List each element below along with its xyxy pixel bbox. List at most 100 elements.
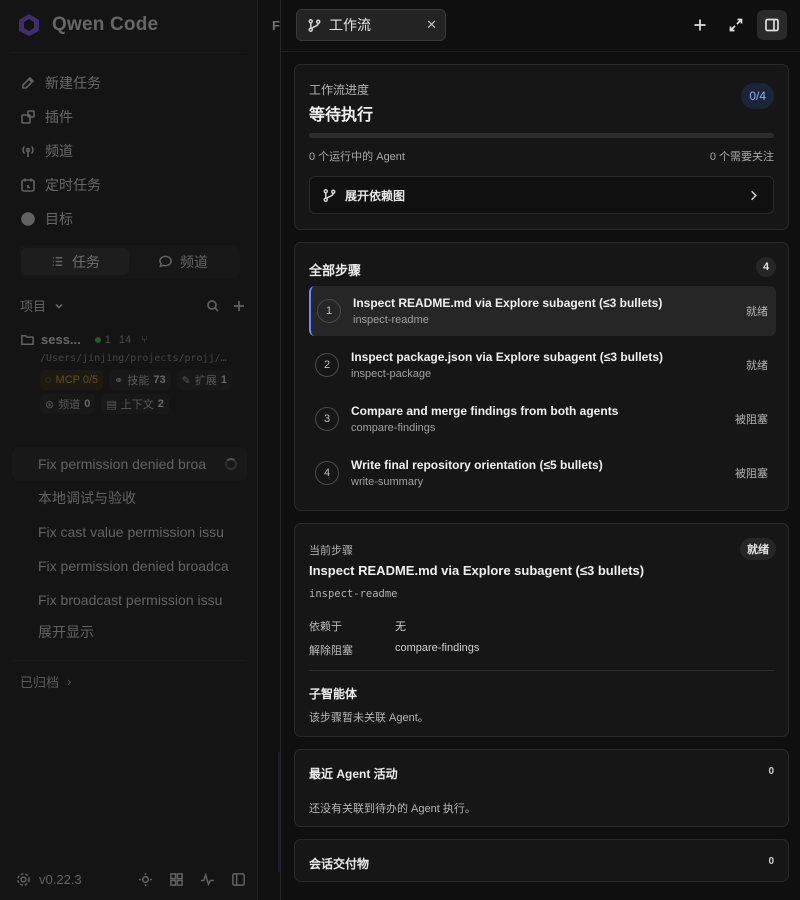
grid-icon[interactable] (169, 872, 184, 887)
branch-icon: ⑂ (141, 333, 148, 346)
add-button[interactable] (685, 10, 715, 40)
step-status: 被阻塞 (735, 468, 768, 480)
chevron-right-icon: › (67, 674, 72, 689)
close-icon[interactable]: ✕ (426, 17, 437, 33)
step-id: compare-findings (351, 422, 436, 434)
step-item[interactable]: 4 Write final repository orientation (≤5… (309, 448, 776, 498)
all-steps-card: 全部步骤 4 1 Inspect README.md via Explore s… (294, 242, 789, 511)
subagent-title: 子智能体 (309, 687, 358, 701)
session-entry[interactable]: sess... 1 14 ⑂ /Users/jinjing/projects/p… (20, 332, 246, 414)
step-title: Compare and merge findings from both age… (351, 404, 619, 418)
task-item[interactable]: Fix permission denied broadca (12, 549, 247, 583)
step-item[interactable]: 3 Compare and merge findings from both a… (309, 394, 776, 444)
current-step-id: inspect-readme (309, 588, 398, 600)
skills-value: 73 (153, 374, 166, 386)
plus-icon[interactable] (232, 299, 246, 313)
nav-plugins[interactable]: 插件 (14, 100, 244, 134)
version-label: v0.22.3 (39, 872, 82, 887)
tab-label: 工作流 (329, 17, 371, 33)
expand-button[interactable] (721, 10, 751, 40)
archived-toggle[interactable]: 已归档 › (20, 672, 71, 691)
tab-tasks[interactable]: 任务 (21, 248, 129, 275)
calendar-clock-icon (21, 178, 35, 192)
workflow-progress-card: 工作流进度 等待执行 0/4 0 个运行中的 Agent 0 个需要关注 展开依… (294, 64, 789, 230)
task-item[interactable]: 本地调试与验收 (12, 481, 247, 515)
show-more-label: 展开显示 (38, 624, 94, 640)
depends-row: 依赖于 无 (309, 618, 406, 634)
mcp-value: MCP 0/5 (55, 374, 99, 386)
nav-goals[interactable]: 目标 (14, 202, 244, 236)
qwen-logo-icon (19, 14, 39, 36)
tab-tasks-label: 任务 (72, 253, 100, 270)
nav-channels[interactable]: 频道 (14, 134, 244, 168)
link-icon: ⚭ (114, 374, 124, 387)
skills-chip[interactable]: ⚭ 技能 73 (109, 370, 171, 390)
step-title: Write final repository orientation (≤5 b… (351, 458, 603, 472)
workflow-branch-icon (323, 188, 336, 202)
panel-icon[interactable] (231, 872, 246, 887)
tab-channels[interactable]: 频道 (129, 248, 237, 275)
activity-icon[interactable] (200, 872, 215, 887)
tab-workflow[interactable]: 工作流 ✕ (296, 9, 446, 41)
sun-icon[interactable] (138, 872, 153, 887)
need-attention: 0 个需要关注 (709, 151, 774, 163)
step-id: inspect-package (351, 368, 432, 380)
workflow-panel: 工作流 ✕ 工作流进度 等待执行 0/4 0 个运行中的 Agent 0 个需要… (280, 0, 800, 900)
running-agents: 0 个运行中的 Agent (309, 151, 405, 163)
chevron-down-icon[interactable] (52, 299, 66, 313)
projects-header: 项目 (20, 296, 246, 315)
nav-scheduled[interactable]: 定时任务 (14, 168, 244, 202)
step-item[interactable]: 2 Inspect package.json via Explore subag… (309, 340, 776, 390)
show-more-link[interactable]: 展开显示 (12, 617, 247, 647)
tab-channels-label: 频道 (180, 253, 208, 270)
step-item[interactable]: 1 Inspect README.md via Explore subagent… (309, 286, 776, 336)
folder-icon (21, 335, 34, 345)
unblocks-value: compare-findings (395, 642, 480, 654)
step-status: 就绪 (746, 360, 768, 372)
message-count: 14 (118, 333, 132, 346)
channels-value: 0 (84, 398, 91, 410)
plus-icon (694, 19, 706, 31)
steps-title: 全部步骤 (309, 263, 362, 278)
divider (12, 660, 246, 661)
archived-label: 已归档 (20, 675, 60, 690)
sidebar: Qwen Code 新建任务 插件 频道 定时任务 目标 任务 频道 项目 se… (0, 0, 258, 900)
depends-label: 依赖于 (309, 621, 342, 633)
task-list: Fix permission denied broa 本地调试与验收 Fix c… (12, 447, 247, 647)
step-number: 4 (315, 461, 339, 485)
current-step-card: 当前步骤 就绪 Inspect README.md via Explore su… (294, 523, 789, 737)
running-dot-icon (94, 336, 101, 343)
task-item[interactable]: Fix cast value permission issu (12, 515, 247, 549)
divider (10, 52, 247, 53)
nav-label: 插件 (45, 109, 73, 125)
channels-chip[interactable]: ⊛ 频道 0 (40, 394, 96, 414)
task-title: Fix broadcast permission issu (38, 592, 223, 608)
task-item[interactable]: Fix broadcast permission issu (12, 583, 247, 617)
expand-graph-button[interactable]: 展开依赖图 (309, 176, 774, 214)
steps-count: 4 (756, 257, 776, 277)
context-label: 上下文 (120, 399, 154, 411)
extensions-chip[interactable]: ✎ 扩展 1 (176, 370, 232, 390)
progress-status: 等待执行 (309, 107, 374, 124)
deliverables-card[interactable]: 会话交付物 0 (294, 839, 789, 882)
panel-topbar: 工作流 ✕ (281, 0, 800, 52)
context-chip[interactable]: ▤ 上下文 2 (101, 394, 169, 414)
progress-bar (309, 133, 774, 138)
nav-new-task[interactable]: 新建任务 (14, 66, 244, 100)
current-step-title: Inspect README.md via Explore subagent (… (309, 563, 645, 578)
expand-graph-label: 展开依赖图 (345, 188, 406, 203)
unblocks-row: 解除阻塞 compare-findings (309, 642, 479, 658)
deliverables-count: 0 (768, 856, 774, 867)
mcp-chip[interactable]: ◌ MCP 0/5 (40, 370, 104, 390)
toggle-panel-button[interactable] (757, 10, 787, 40)
running-count: 1 (104, 333, 111, 346)
gear-icon[interactable] (16, 872, 31, 887)
main-area-edge: F (258, 0, 282, 900)
step-number: 1 (317, 299, 341, 323)
workflow-branch-icon (308, 18, 321, 32)
search-icon[interactable] (206, 299, 220, 313)
current-step-label: 当前步骤 (309, 545, 353, 557)
task-title: 本地调试与验收 (38, 490, 136, 506)
task-item[interactable]: Fix permission denied broa (12, 447, 247, 481)
unblocks-label: 解除阻塞 (309, 645, 353, 657)
